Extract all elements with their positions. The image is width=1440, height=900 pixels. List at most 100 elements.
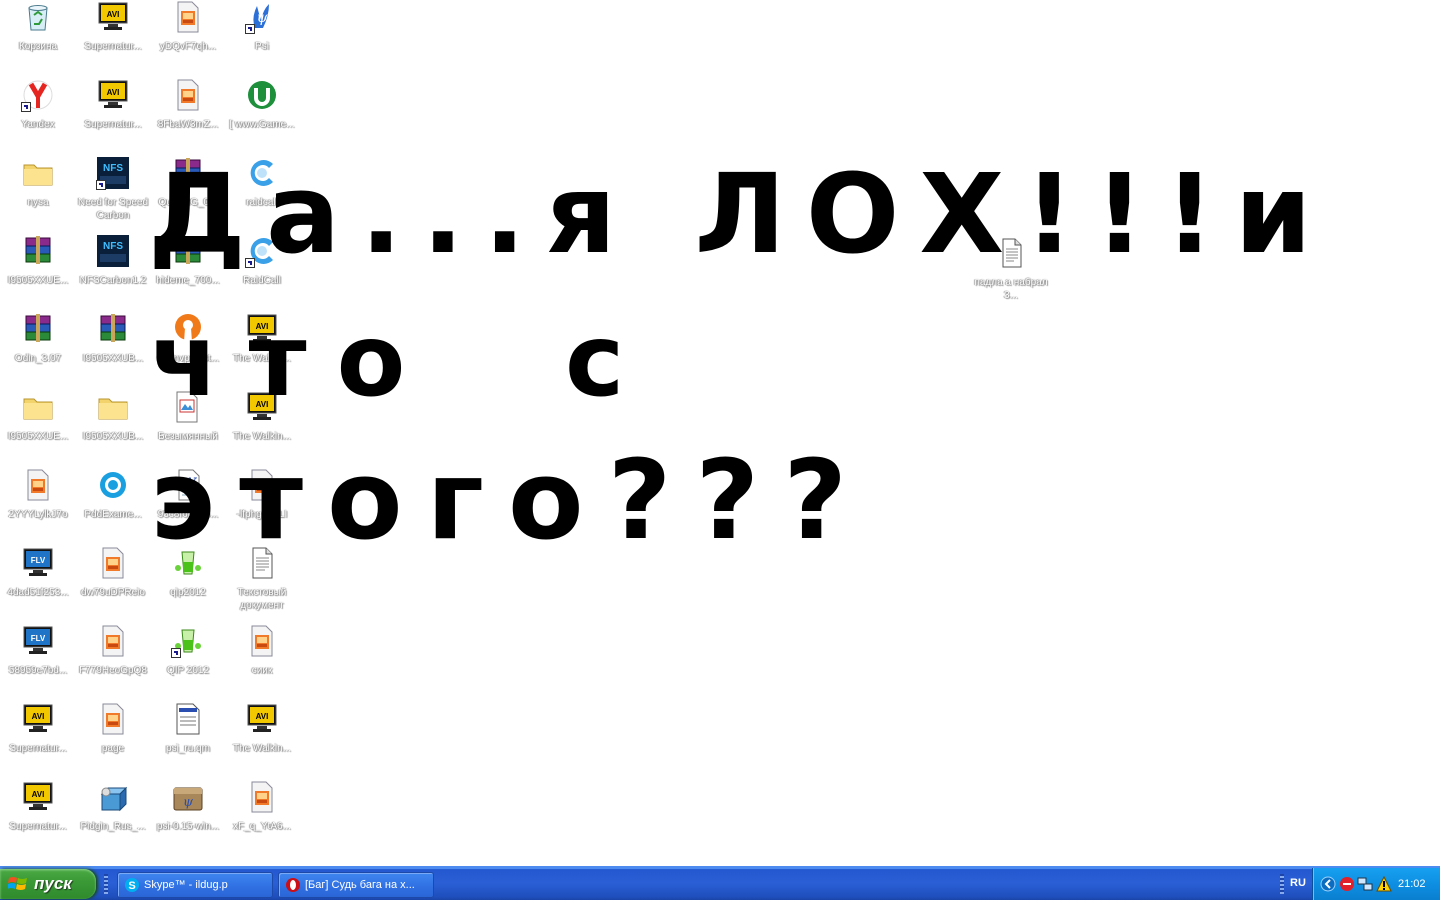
desktop-icon[interactable]: QIP 2012 [150, 624, 226, 694]
desktop-icon-label: [ www.Game... [229, 119, 295, 130]
desktop-icon[interactable]: I9505XXUE... [0, 390, 76, 460]
desktop-icon-label: I9505XXUB... [82, 431, 144, 442]
svg-text:AVI: AVI [32, 790, 45, 799]
desktop-icon[interactable]: 2YYYLylkJ7o [0, 468, 76, 538]
message-line-2: что с [150, 302, 655, 419]
svg-text:AVI: AVI [32, 712, 45, 721]
desktop-icon-label: Текстовый документ [237, 587, 287, 611]
winrar-archive-icon [21, 234, 55, 268]
desktop-icon-label: I9505XXUB... [82, 353, 144, 364]
avi-video-icon: AVI [96, 0, 130, 34]
desktop-icon[interactable]: AVI The Walkin... [224, 702, 300, 772]
desktop-icon-label: The Walkin... [233, 743, 291, 754]
nfs-icon: NFS [96, 234, 130, 268]
desktop-icon-label: Pidgin_Rus_... [80, 821, 146, 832]
pidgin-installer-icon [96, 780, 130, 814]
desktop-icon[interactable]: AVI Supernatur... [0, 702, 76, 772]
image-file-icon [245, 624, 279, 658]
desktop-icon[interactable]: сиик [224, 624, 300, 694]
show-hidden-icon[interactable] [1320, 876, 1336, 892]
message-line-1: Да...я ЛОХ!!!и [148, 150, 1332, 278]
desktop-icon[interactable]: PddExame... [75, 468, 151, 538]
desktop-icon-label: I9505XXUE... [7, 431, 69, 442]
image-file-icon [245, 780, 279, 814]
desktop-icon[interactable]: AVI Supernatur... [75, 0, 151, 70]
desktop-icon-label: Supernatur... [84, 41, 142, 52]
svg-text:NFS: NFS [103, 241, 123, 252]
desktop-icon[interactable]: Yandex [0, 78, 76, 148]
svg-text:AVI: AVI [107, 88, 120, 97]
desktop-icon[interactable]: I9505XXUE... [0, 234, 76, 304]
desktop-icon-label: psi-0.15-win... [156, 821, 220, 832]
desktop-icon[interactable]: 8FbaW3mZ... [150, 78, 226, 148]
message-line-3: этого??? [150, 436, 871, 564]
desktop-icon-label: nysa [27, 197, 49, 208]
desktop-icon[interactable]: AVI Supernatur... [0, 780, 76, 850]
image-file-icon [171, 0, 205, 34]
pddexam-icon [96, 468, 130, 502]
desktop[interactable]: Корзина AVI Supernatur... yDQvF7qh... ψ Psi Ya… [0, 0, 1440, 866]
desktop-icon[interactable]: I9505XXUB... [75, 390, 151, 460]
desktop-icon-label: падла а набрал 3... [974, 277, 1048, 301]
desktop-icon-label: 4dad51f253... [7, 587, 69, 598]
taskbar-grip[interactable] [1280, 874, 1284, 894]
svg-text:S: S [128, 880, 135, 892]
svg-text:AVI: AVI [107, 10, 120, 19]
start-button-label: пуск [34, 874, 72, 893]
desktop-icon-label: yDQvF7qh... [159, 41, 217, 52]
desktop-icon-label: 2YYYLylkJ7o [8, 509, 68, 520]
taskbar-top-edge [0, 866, 1440, 869]
desktop-icon[interactable]: ψ psi-0.15-win... [150, 780, 226, 850]
svg-text:AVI: AVI [256, 712, 269, 721]
desktop-icon[interactable]: AVI Supernatur... [75, 78, 151, 148]
desktop-icon-label: Supernatur... [84, 119, 142, 130]
taskbar-button-opera[interactable]: [Баг] Судь бага на х... [278, 872, 434, 898]
desktop-icon-label: PddExame... [84, 509, 142, 520]
desktop-icon[interactable]: FLV 4dad51f253... [0, 546, 76, 616]
network-icon[interactable] [1357, 876, 1373, 892]
desktop-icon-label: qip2012 [170, 587, 206, 598]
desktop-icon[interactable]: dw79uDPReio [75, 546, 151, 616]
qip-icon [171, 624, 205, 658]
taskbar-button-skype[interactable]: S Skype™ - ildug.p [117, 872, 273, 898]
desktop-icon[interactable]: I9505XXUB... [75, 312, 151, 382]
image-file-icon [21, 468, 55, 502]
desktop-icon[interactable]: [ www.Game... [224, 78, 300, 148]
shortcut-arrow-icon [96, 180, 106, 190]
desktop-icon-label: Psi [255, 41, 269, 52]
folder-icon [21, 156, 55, 190]
language-indicator[interactable]: RU [1290, 877, 1306, 889]
nfs-icon: NFS [96, 156, 130, 190]
shortcut-arrow-icon [171, 648, 181, 658]
flv-video-icon: FLV [21, 624, 55, 658]
desktop-icon[interactable]: nysa [0, 156, 76, 226]
desktop-icon[interactable]: Pidgin_Rus_... [75, 780, 151, 850]
warning-icon[interactable] [1376, 876, 1392, 892]
desktop-icon-label: psi_ru.qm [166, 743, 210, 754]
desktop-icon[interactable]: yDQvF7qh... [150, 0, 226, 70]
yandex-icon [21, 78, 55, 112]
taskbar-button-label: Skype™ - ildug.p [144, 879, 228, 891]
desktop-icon[interactable]: Корзина [0, 0, 76, 70]
desktop-icon-label: page [101, 743, 125, 754]
winrar-archive-icon [21, 312, 55, 346]
start-button[interactable]: пуск [0, 869, 96, 899]
desktop-icon[interactable]: ψ Psi [224, 0, 300, 70]
svg-text:FLV: FLV [31, 556, 46, 565]
desktop-icon[interactable]: xF_q_YtA6... [224, 780, 300, 850]
desktop-icon-label: QIP 2012 [166, 665, 210, 676]
desktop-icon[interactable]: psi_ru.qm [150, 702, 226, 772]
skype-tray-icon[interactable] [1339, 876, 1355, 892]
desktop-icon-label: Supernatur... [9, 821, 67, 832]
clock[interactable]: 21:02 [1398, 878, 1426, 890]
desktop-icon[interactable]: FLV 58959e7bd... [0, 624, 76, 694]
desktop-icon[interactable]: NFS Need for Speed Carbon [75, 156, 151, 226]
shortcut-arrow-icon [21, 102, 31, 112]
taskbar-grip[interactable] [104, 874, 108, 894]
desktop-icon[interactable]: F779HeoGpQ8 [75, 624, 151, 694]
desktop-icon[interactable]: NFS NFSCarbon1.2 [75, 234, 151, 304]
psi-icon: ψ [245, 0, 279, 34]
desktop-icon[interactable]: page [75, 702, 151, 772]
desktop-icon[interactable]: Odin_3.07 [0, 312, 76, 382]
folder-icon [21, 390, 55, 424]
